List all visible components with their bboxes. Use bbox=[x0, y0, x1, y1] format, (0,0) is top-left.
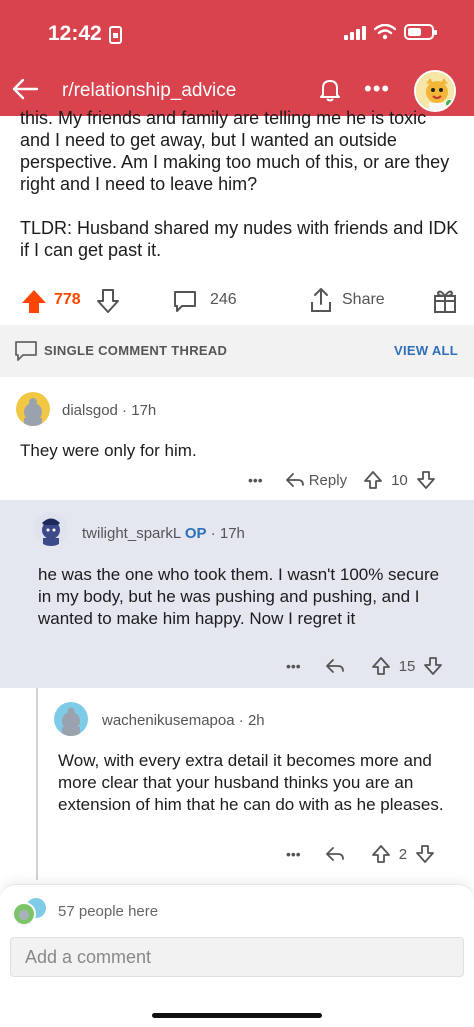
post-action-bar: 778 246 Share bbox=[0, 284, 474, 318]
people-here-avatars bbox=[10, 897, 50, 927]
post-paragraph: and I need to get away, but I wanted an … bbox=[20, 130, 450, 194]
op-badge: OP bbox=[184, 525, 207, 542]
upvote-icon[interactable] bbox=[371, 844, 391, 864]
comment-username[interactable]: wachenikusemapoa bbox=[102, 712, 235, 729]
post-tldr: TLDR: Husband shared my nudes with frien… bbox=[20, 218, 459, 260]
share-button[interactable]: Share bbox=[342, 291, 385, 309]
app-header: 12:42 r/relationship_advice ••• bbox=[0, 0, 474, 116]
post-vote-count: 778 bbox=[54, 291, 81, 308]
reply-icon[interactable] bbox=[285, 471, 305, 489]
commenter-avatar[interactable] bbox=[16, 392, 50, 426]
comment-actions: ••• 15 bbox=[286, 654, 443, 678]
post-body: this. My friends and family are telling … bbox=[20, 108, 460, 283]
chat-bubble-icon bbox=[15, 341, 37, 361]
comment-actions: ••• Reply 10 bbox=[248, 468, 436, 492]
home-indicator bbox=[152, 1013, 322, 1018]
comment-time: 17h bbox=[131, 402, 157, 419]
downvote-icon[interactable] bbox=[415, 844, 435, 864]
comment: dialsgod · 17h They were only for him. •… bbox=[0, 380, 474, 498]
award-icon[interactable] bbox=[432, 287, 458, 315]
back-arrow-icon[interactable] bbox=[10, 74, 40, 104]
comment-vote-count: 15 bbox=[398, 657, 416, 675]
comment: wachenikusemapoa · 2h Wow, with every ex… bbox=[0, 688, 474, 880]
thread-label: SINGLE COMMENT THREAD bbox=[44, 343, 228, 358]
post-text-cut-line: this. My friends and family are telling … bbox=[20, 108, 427, 128]
add-comment-input[interactable] bbox=[11, 938, 463, 976]
comment-footer: 57 people here bbox=[0, 884, 474, 1027]
comment-text: They were only for him. bbox=[20, 441, 197, 460]
wifi-icon bbox=[374, 24, 396, 40]
comment-vote-count: 2 bbox=[398, 845, 408, 863]
comment-meta: dialsgod · 17h bbox=[62, 402, 157, 419]
reply-icon[interactable] bbox=[325, 845, 345, 863]
comment-meta: twilight_sparkL OP · 17h bbox=[82, 525, 245, 542]
more-options-button[interactable]: ••• bbox=[364, 76, 390, 102]
status-time: 12:42 bbox=[48, 22, 102, 45]
upvote-icon[interactable] bbox=[20, 288, 48, 314]
upvote-icon[interactable] bbox=[363, 470, 383, 490]
commenter-avatar[interactable] bbox=[54, 702, 88, 736]
comment-op-reply: twilight_sparkL OP · 17h he was the one … bbox=[0, 500, 474, 688]
single-thread-bar: SINGLE COMMENT THREAD VIEW ALL bbox=[0, 325, 474, 377]
comment-meta: wachenikusemapoa · 2h bbox=[102, 712, 265, 729]
people-here-count: 57 people here bbox=[58, 903, 159, 920]
comment-actions: ••• 2 bbox=[286, 842, 435, 866]
comment-username[interactable]: twilight_sparkL bbox=[82, 525, 181, 542]
comment-more-button[interactable]: ••• bbox=[286, 658, 301, 674]
downvote-icon[interactable] bbox=[423, 656, 443, 676]
bell-icon[interactable] bbox=[316, 76, 344, 104]
share-icon[interactable] bbox=[308, 286, 334, 314]
comment-vote-count: 10 bbox=[391, 471, 408, 489]
comment-text: Wow, with every extra detail it becomes … bbox=[58, 751, 444, 814]
battery-icon bbox=[404, 24, 437, 40]
reply-button[interactable]: Reply bbox=[309, 472, 347, 489]
upvote-icon[interactable] bbox=[371, 656, 391, 676]
user-avatar[interactable] bbox=[414, 70, 456, 112]
comment-time: 2h bbox=[247, 712, 265, 729]
subreddit-title[interactable]: r/relationship_advice bbox=[62, 80, 236, 102]
comment-more-button[interactable]: ••• bbox=[248, 472, 263, 488]
comment-time: 17h bbox=[219, 525, 245, 542]
comment-more-button[interactable]: ••• bbox=[286, 846, 301, 862]
sim-icon bbox=[109, 26, 122, 44]
add-comment-box[interactable] bbox=[10, 937, 464, 977]
downvote-icon[interactable] bbox=[96, 288, 120, 314]
comment-username[interactable]: dialsgod bbox=[62, 402, 118, 419]
post-comment-count[interactable]: 246 bbox=[210, 291, 237, 309]
commenter-avatar[interactable] bbox=[34, 512, 68, 546]
view-all-button[interactable]: VIEW ALL bbox=[394, 343, 458, 358]
reply-icon[interactable] bbox=[325, 657, 345, 675]
signal-icon bbox=[344, 24, 366, 40]
status-indicators bbox=[344, 24, 437, 40]
comment-icon[interactable] bbox=[172, 288, 198, 314]
downvote-icon[interactable] bbox=[416, 470, 436, 490]
comment-text: he was the one who took them. I wasn't 1… bbox=[38, 565, 440, 628]
